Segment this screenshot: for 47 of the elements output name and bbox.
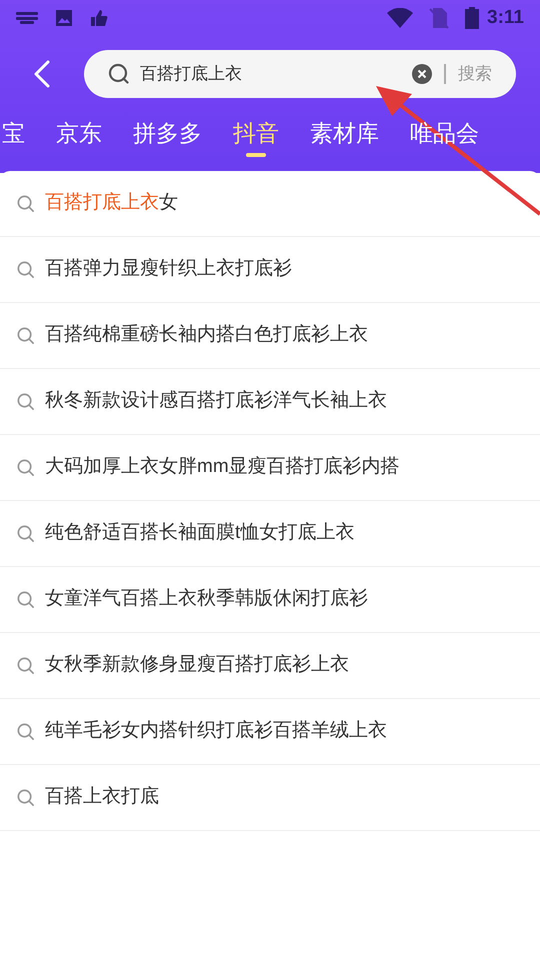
search-icon	[16, 590, 35, 608]
search-icon	[16, 788, 35, 806]
suggestion-item[interactable]: 纯色舒适百搭长袖面膜t恤女打底上衣	[0, 500, 540, 566]
suggestion-item[interactable]: 百搭纯棉重磅长袖内搭白色打底衫上衣	[0, 302, 540, 368]
search-icon	[16, 524, 35, 542]
status-time: 3:11	[487, 6, 524, 30]
search-bar[interactable]: 百搭打底上衣 搜索	[84, 50, 516, 98]
back-icon	[34, 60, 50, 88]
suggestion-item[interactable]: 女童洋气百搭上衣秋季韩版休闲打底衫	[0, 566, 540, 632]
suggestion-item[interactable]: 百搭上衣打底	[0, 764, 540, 830]
suggestion-text: 秋冬新款设计感百搭打底衫洋气长袖上衣	[45, 388, 387, 413]
search-input[interactable]: 百搭打底上衣	[140, 61, 412, 87]
suggestion-item[interactable]: 百搭打底上衣女	[0, 170, 540, 236]
suggestion-text: 女童洋气百搭上衣秋季韩版休闲打底衫	[45, 586, 368, 611]
search-icon	[16, 326, 35, 344]
search-icon	[16, 722, 35, 740]
search-icon	[16, 392, 35, 410]
battery-icon	[465, 7, 480, 29]
suggestion-text: 纯色舒适百搭长袖面膜t恤女打底上衣	[45, 520, 354, 545]
suggestion-text: 女秋季新款修身显瘦百搭打底衫上衣	[45, 652, 349, 677]
suggestion-text: 百搭上衣打底	[45, 784, 159, 809]
suggestion-item[interactable]: 百搭弹力显瘦针织上衣打底衫	[0, 236, 540, 302]
thumbs-up-icon	[90, 9, 108, 27]
category-tab[interactable]: 抖音	[233, 116, 279, 156]
wifi-icon	[387, 8, 414, 28]
category-tab[interactable]: 素材库	[310, 116, 379, 156]
search-icon	[16, 260, 35, 278]
suggestion-text: 百搭弹力显瘦针织上衣打底衫	[45, 256, 292, 281]
suggestion-text: 大码加厚上衣女胖mm显瘦百搭打底衫内搭	[45, 454, 400, 479]
search-icon	[16, 458, 35, 476]
search-icon	[108, 63, 130, 85]
suggestion-text: 纯羊毛衫女内搭针织打底衫百搭羊绒上衣	[45, 718, 387, 743]
suggestion-item[interactable]: 女秋季新款修身显瘦百搭打底衫上衣	[0, 632, 540, 698]
image-icon	[54, 8, 74, 28]
search-icon	[16, 194, 35, 212]
category-tab[interactable]: 京东	[56, 116, 102, 156]
suggestion-text: 百搭打底上衣女	[45, 190, 178, 215]
search-icon	[16, 656, 35, 674]
suggestion-item[interactable]: 大码加厚上衣女胖mm显瘦百搭打底衫内搭	[0, 434, 540, 500]
category-tab[interactable]: 拼多多	[133, 116, 202, 156]
keyboard-icon	[16, 12, 38, 24]
category-tab[interactable]: 宝	[2, 116, 25, 156]
clear-icon[interactable]	[412, 64, 432, 84]
no-sim-icon	[429, 7, 450, 29]
suggestion-item[interactable]: 纯羊毛衫女内搭针织打底衫百搭羊绒上衣	[0, 698, 540, 764]
suggestion-item[interactable]: 秋冬新款设计感百搭打底衫洋气长袖上衣	[0, 368, 540, 434]
suggestion-text: 百搭纯棉重磅长袖内搭白色打底衫上衣	[45, 322, 368, 347]
